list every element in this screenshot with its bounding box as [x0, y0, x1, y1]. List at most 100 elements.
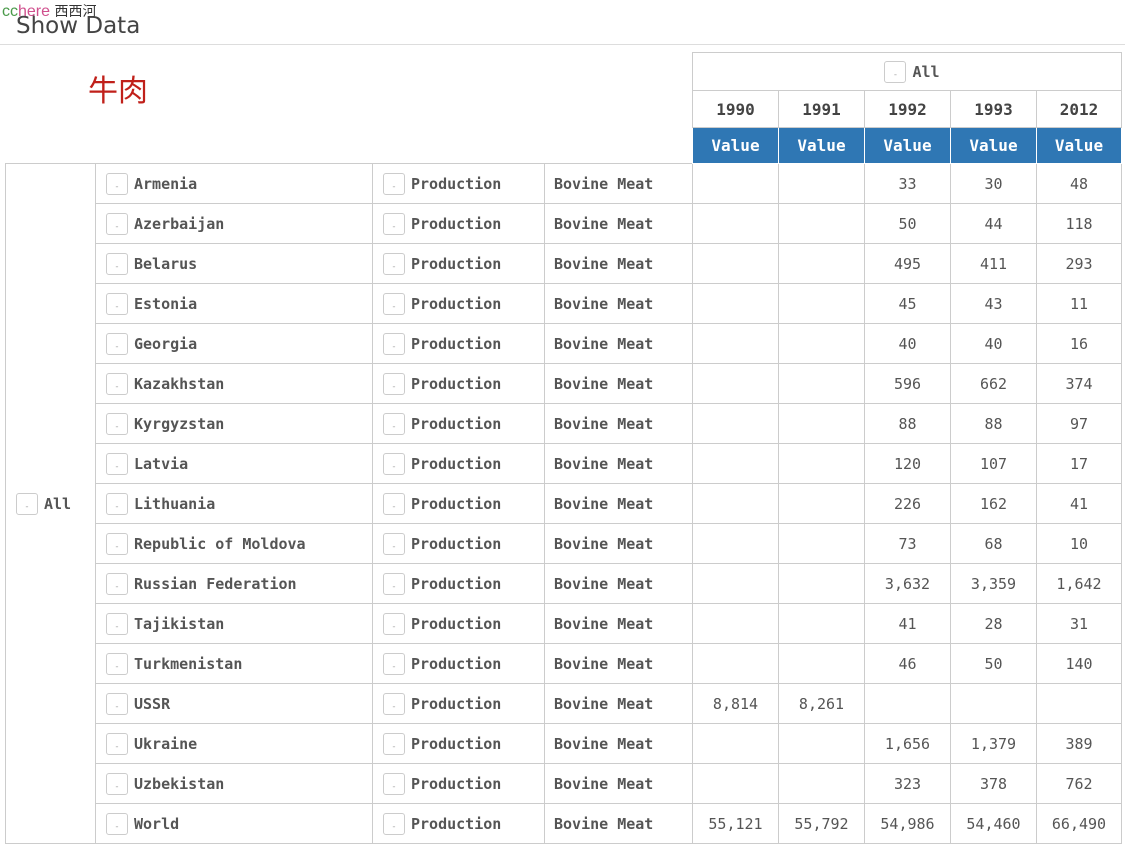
- measure-header: Value: [950, 127, 1037, 164]
- table-row: - Russian Federation - Production Bovine Mea…: [6, 563, 1122, 604]
- country-cell: - World: [95, 803, 373, 844]
- value-cell: 66,490: [1036, 803, 1122, 844]
- element-cell: - Production: [372, 723, 545, 764]
- value-cell: [778, 563, 865, 604]
- collapse-toggle[interactable]: -: [106, 252, 128, 275]
- value-cell: [778, 163, 865, 204]
- value-cell: [692, 243, 779, 284]
- collapse-toggle[interactable]: -: [106, 452, 128, 475]
- collapse-toggle[interactable]: -: [383, 812, 405, 835]
- value-cell: 293: [1036, 243, 1122, 284]
- country-cell: - Belarus: [95, 243, 373, 284]
- year-header: 1991: [778, 90, 865, 128]
- country-cell: - Lithuania: [95, 483, 373, 524]
- item-cell: Bovine Meat: [544, 723, 693, 764]
- collapse-toggle[interactable]: -: [383, 412, 405, 435]
- value-cell: 1,656: [864, 723, 951, 764]
- collapse-toggle[interactable]: -: [383, 652, 405, 675]
- value-cell: [692, 563, 779, 604]
- element-cell: - Production: [372, 163, 545, 204]
- item-cell: Bovine Meat: [544, 763, 693, 804]
- collapse-toggle[interactable]: -: [106, 812, 128, 835]
- collapse-toggle[interactable]: -: [106, 652, 128, 675]
- value-cell: [778, 603, 865, 644]
- value-cell: [778, 523, 865, 564]
- collapse-toggle[interactable]: -: [383, 332, 405, 355]
- value-cell: 43: [950, 283, 1037, 324]
- value-cell: 662: [950, 363, 1037, 404]
- element-cell: - Production: [372, 363, 545, 404]
- table-row: - Republic of Moldova - Production Bovine Me…: [6, 523, 1122, 564]
- row-group-all: - All: [5, 163, 96, 844]
- page-title: Show Data: [16, 13, 141, 39]
- collapse-toggle[interactable]: -: [106, 772, 128, 795]
- value-cell: 411: [950, 243, 1037, 284]
- empty-corner: [6, 53, 693, 164]
- item-cell: Bovine Meat: [544, 603, 693, 644]
- collapse-toggle[interactable]: -: [106, 492, 128, 515]
- item-cell: Bovine Meat: [544, 403, 693, 444]
- collapse-toggle[interactable]: -: [383, 572, 405, 595]
- value-cell: [692, 163, 779, 204]
- collapse-toggle[interactable]: -: [383, 172, 405, 195]
- item-cell: Bovine Meat: [544, 363, 693, 404]
- value-cell: 48: [1036, 163, 1122, 204]
- value-cell: [1036, 683, 1122, 724]
- element-cell: - Production: [372, 563, 545, 604]
- collapse-toggle[interactable]: -: [383, 732, 405, 755]
- collapse-toggle[interactable]: -: [383, 492, 405, 515]
- value-cell: [778, 643, 865, 684]
- collapse-toggle[interactable]: -: [383, 532, 405, 555]
- collapse-toggle[interactable]: -: [106, 572, 128, 595]
- table-row: - Belarus - Production Bovine Meat 495 411 293: [6, 243, 1122, 284]
- value-cell: 11: [1036, 283, 1122, 324]
- element-cell: - Production: [372, 803, 545, 844]
- collapse-toggle[interactable]: -: [383, 452, 405, 475]
- value-cell: 8,261: [778, 683, 865, 724]
- collapse-toggle[interactable]: -: [106, 412, 128, 435]
- value-cell: 140: [1036, 643, 1122, 684]
- measure-header: Value: [864, 127, 951, 164]
- collapse-toggle[interactable]: -: [383, 372, 405, 395]
- item-cell: Bovine Meat: [544, 483, 693, 524]
- value-cell: 54,986: [864, 803, 951, 844]
- pivot-table: - All 1990 1991 1992 1993 2012 Value Value Valu…: [5, 52, 1122, 844]
- collapse-toggle[interactable]: -: [106, 372, 128, 395]
- value-cell: [692, 443, 779, 484]
- value-cell: [692, 723, 779, 764]
- country-cell: - Azerbaijan: [95, 203, 373, 244]
- table-row: - Uzbekistan - Production Bovine Meat 323 378 7…: [6, 763, 1122, 804]
- measure-header: Value: [692, 127, 779, 164]
- value-cell: 3,632: [864, 563, 951, 604]
- table-row: - Kazakhstan - Production Bovine Meat 596 662 3…: [6, 363, 1122, 404]
- table-row: - Lithuania - Production Bovine Meat 226 162 41: [6, 483, 1122, 524]
- value-cell: [950, 683, 1037, 724]
- collapse-toggle[interactable]: -: [106, 692, 128, 715]
- collapse-toggle[interactable]: -: [383, 212, 405, 235]
- collapse-toggle[interactable]: -: [106, 212, 128, 235]
- item-cell: Bovine Meat: [544, 243, 693, 284]
- collapse-toggle[interactable]: -: [383, 772, 405, 795]
- value-cell: [692, 643, 779, 684]
- element-cell: - Production: [372, 243, 545, 284]
- collapse-toggle[interactable]: -: [106, 532, 128, 555]
- collapse-toggle[interactable]: -: [383, 692, 405, 715]
- collapse-toggle[interactable]: -: [106, 172, 128, 195]
- value-cell: [778, 203, 865, 244]
- collapse-toggle[interactable]: -: [106, 612, 128, 635]
- collapse-toggle[interactable]: -: [16, 492, 38, 515]
- table-row: - Tajikistan - Production Bovine Meat 41 28 31: [6, 603, 1122, 644]
- country-cell: - Kazakhstan: [95, 363, 373, 404]
- value-cell: [692, 603, 779, 644]
- collapse-toggle[interactable]: -: [383, 292, 405, 315]
- value-cell: 596: [864, 363, 951, 404]
- collapse-toggle[interactable]: -: [106, 732, 128, 755]
- collapse-toggle[interactable]: -: [383, 612, 405, 635]
- collapse-toggle[interactable]: -: [106, 292, 128, 315]
- country-cell: - Latvia: [95, 443, 373, 484]
- collapse-toggle[interactable]: -: [884, 60, 907, 83]
- country-cell: - Russian Federation: [95, 563, 373, 604]
- collapse-toggle[interactable]: -: [106, 332, 128, 355]
- collapse-toggle[interactable]: -: [383, 252, 405, 275]
- country-cell: - Turkmenistan: [95, 643, 373, 684]
